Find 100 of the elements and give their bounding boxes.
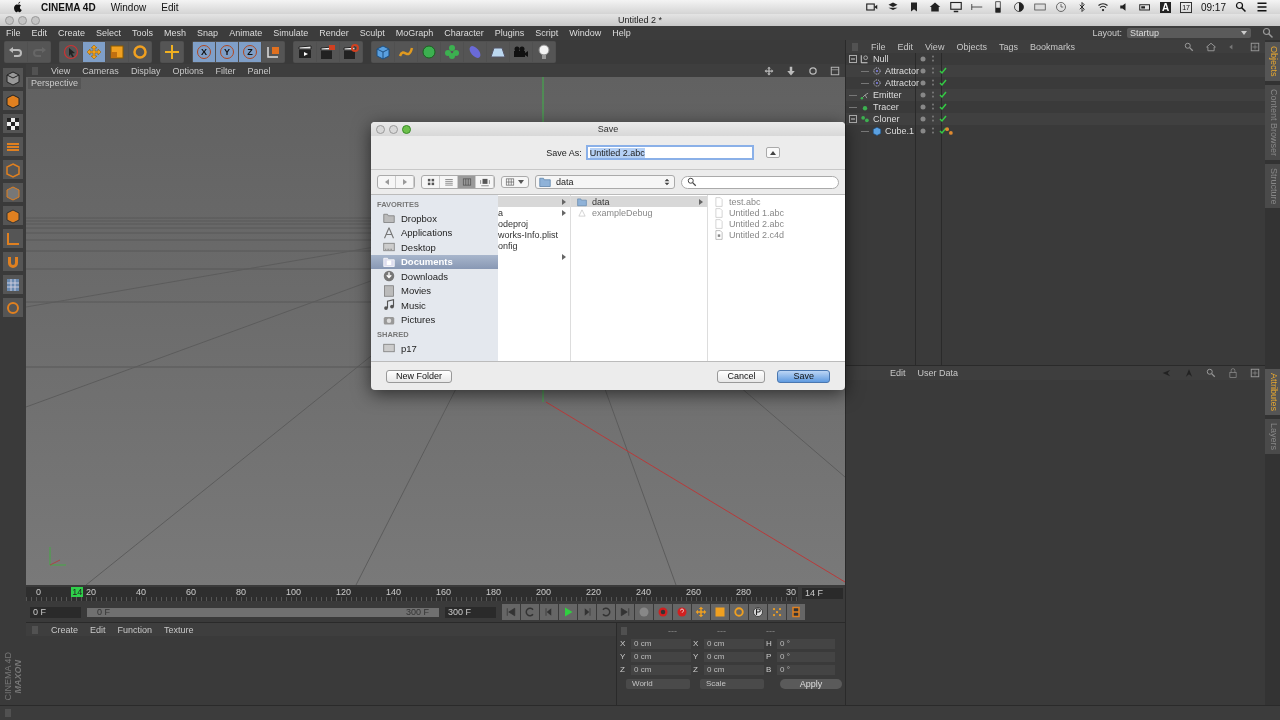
layout-label: Layout: bbox=[1092, 28, 1122, 38]
size-field[interactable]: 0 cm bbox=[704, 651, 764, 662]
menu-item[interactable]: View bbox=[925, 41, 945, 52]
menu-item[interactable]: Simulate bbox=[273, 28, 309, 38]
menu-item[interactable]: View bbox=[51, 65, 71, 76]
file-list-item[interactable]: odeproj bbox=[498, 218, 570, 229]
axis-label: X bbox=[693, 639, 700, 648]
frame-tick-label: 80 bbox=[236, 586, 246, 597]
object-name[interactable]: Emitter bbox=[873, 90, 902, 100]
menu-item[interactable]: Character bbox=[444, 28, 484, 38]
file-name-field[interactable]: Untitled 2.abc bbox=[585, 145, 754, 160]
file-list-item[interactable]: a bbox=[498, 207, 570, 218]
rotation-field[interactable]: 0 ° bbox=[777, 651, 835, 662]
menu-item[interactable]: Function bbox=[117, 624, 153, 635]
rotation-field[interactable]: 0 ° bbox=[777, 638, 835, 649]
menu-item[interactable]: Options bbox=[172, 65, 204, 76]
menu-item[interactable]: Objects bbox=[956, 41, 987, 52]
menu-item[interactable]: Edit bbox=[90, 624, 106, 635]
menu-item[interactable]: Render bbox=[319, 28, 349, 38]
menu-item[interactable]: Animate bbox=[229, 28, 263, 38]
current-frame-field[interactable]: 14 F bbox=[802, 588, 843, 599]
menu-item[interactable]: MoGraph bbox=[395, 28, 434, 38]
menu-item[interactable]: Create bbox=[51, 624, 78, 635]
apply-button[interactable]: Apply bbox=[780, 679, 842, 689]
object-name[interactable]: Tracer bbox=[873, 102, 899, 112]
app-menu[interactable]: CINEMA 4D bbox=[41, 1, 96, 13]
position-field[interactable]: 0 cm bbox=[631, 651, 691, 662]
frame-tick-label: 40 bbox=[136, 586, 146, 597]
menu-item[interactable]: Snap bbox=[197, 28, 219, 38]
menu-item[interactable]: Tools bbox=[132, 28, 154, 38]
axis-label: Z bbox=[620, 665, 626, 674]
file-list-item[interactable]: onfig bbox=[498, 240, 570, 251]
sidebar-item[interactable]: p17 bbox=[371, 341, 498, 356]
menu-item[interactable]: Bookmarks bbox=[1029, 41, 1075, 52]
clock-text[interactable]: 09:17 bbox=[1200, 1, 1226, 13]
menu-item[interactable]: File bbox=[871, 41, 886, 52]
position-field[interactable]: 0 cm bbox=[631, 638, 691, 649]
menu-item[interactable]: Window bbox=[110, 1, 147, 13]
end-frame-field[interactable]: 300 F bbox=[445, 606, 496, 618]
object-name[interactable]: Cloner bbox=[873, 114, 900, 124]
panel-tab[interactable]: Attributes bbox=[1265, 369, 1280, 416]
menu-item[interactable]: Cameras bbox=[82, 65, 119, 76]
menu-item[interactable]: Create bbox=[58, 28, 86, 38]
menu-item[interactable]: Texture bbox=[164, 624, 194, 635]
file-list-item[interactable]: works-Info.plist bbox=[498, 229, 570, 240]
sidebar-item[interactable]: Downloads bbox=[371, 269, 498, 284]
menu-item[interactable]: Tags bbox=[998, 41, 1018, 52]
start-frame-field[interactable]: 0 F bbox=[30, 606, 81, 618]
frame-tick-label: 180 bbox=[486, 586, 502, 597]
sidebar-item[interactable]: Music bbox=[371, 298, 498, 313]
input-source-icon[interactable]: A bbox=[1159, 1, 1172, 13]
location-popup[interactable]: data bbox=[535, 175, 675, 189]
layout-dropdown[interactable]: Startup bbox=[1127, 28, 1251, 38]
panel-tab[interactable]: Objects bbox=[1265, 42, 1280, 81]
menu-item[interactable]: Script bbox=[535, 28, 559, 38]
sidebar-item[interactable]: Desktop bbox=[371, 240, 498, 255]
menu-item[interactable]: Sculpt bbox=[359, 28, 385, 38]
axis-label: Y bbox=[620, 652, 627, 661]
frame-tick-label: 100 bbox=[286, 586, 302, 597]
coordinate-mode-dropdown[interactable]: World bbox=[626, 679, 690, 689]
sidebar-item[interactable]: Applications bbox=[371, 225, 498, 240]
playhead[interactable]: 14 bbox=[71, 586, 84, 597]
menu-item[interactable]: Edit bbox=[890, 368, 906, 378]
axis-label: Z bbox=[693, 665, 699, 674]
sidebar-item[interactable]: Dropbox bbox=[371, 211, 498, 226]
sidebar-item[interactable]: Pictures bbox=[371, 312, 498, 327]
menu-item[interactable]: File bbox=[6, 28, 21, 38]
rotation-field[interactable]: 0 ° bbox=[777, 664, 835, 675]
menu-item[interactable]: Select bbox=[96, 28, 122, 38]
object-name[interactable]: Cube.1 bbox=[885, 126, 915, 136]
object-name[interactable]: Attractor bbox=[885, 66, 919, 76]
object-name[interactable]: Attractor bbox=[885, 78, 919, 88]
save-button[interactable]: Save bbox=[777, 369, 830, 383]
axis-lock-button[interactable]: Y bbox=[216, 42, 238, 62]
time-ruler[interactable]: 0 14 20 40 60 80 100 120 140 160 180 200 220 240 260 280 30 bbox=[26, 586, 798, 601]
axis-lock-button[interactable]: X bbox=[193, 42, 215, 62]
menu-item[interactable]: User Data bbox=[917, 368, 959, 378]
menu-item[interactable]: Window bbox=[569, 28, 602, 38]
object-name[interactable]: Null bbox=[873, 54, 889, 64]
menu-item[interactable]: Help bbox=[612, 28, 631, 38]
menu-item[interactable]: Edit bbox=[161, 1, 179, 13]
size-field[interactable]: 0 cm bbox=[704, 664, 764, 675]
menu-item[interactable]: Plugins bbox=[494, 28, 525, 38]
sidebar-item[interactable]: Movies bbox=[371, 283, 498, 298]
menu-item[interactable]: Display bbox=[130, 65, 161, 76]
axis-label: B bbox=[766, 665, 773, 674]
camera-label: Perspective bbox=[28, 78, 82, 89]
new-folder-button[interactable]: New Folder bbox=[386, 369, 452, 383]
menu-item[interactable]: Mesh bbox=[164, 28, 187, 38]
axis-label: H bbox=[766, 639, 773, 648]
menu-item[interactable]: Panel bbox=[247, 65, 271, 76]
menu-item[interactable]: Edit bbox=[31, 28, 48, 38]
position-field[interactable]: 0 cm bbox=[631, 664, 691, 675]
size-field[interactable]: 0 cm bbox=[704, 638, 764, 649]
menu-item[interactable]: Edit bbox=[897, 41, 914, 52]
file-list-item[interactable]: data bbox=[571, 196, 707, 207]
axis-lock-button[interactable]: Z bbox=[239, 42, 261, 62]
menu-item[interactable]: Filter bbox=[215, 65, 236, 76]
size-mode-dropdown[interactable]: Scale bbox=[700, 679, 764, 689]
cancel-button[interactable]: Cancel bbox=[717, 369, 766, 383]
